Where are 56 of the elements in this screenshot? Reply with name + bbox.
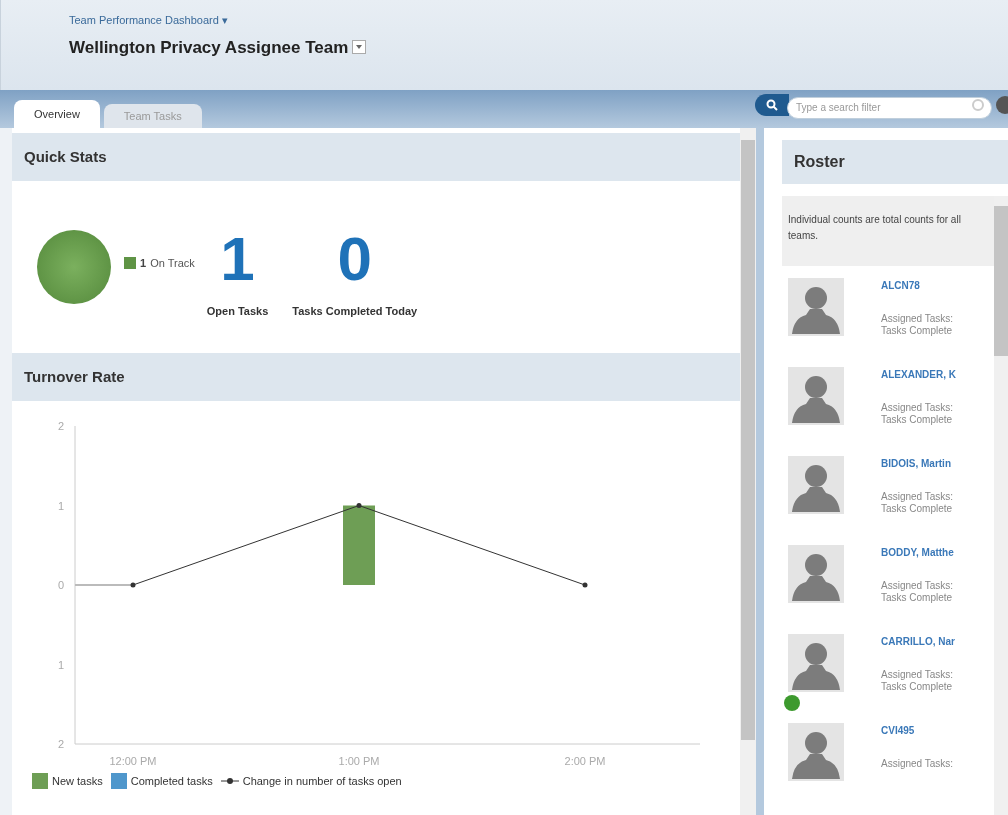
member-stat-text: Assigned Tasks:	[881, 313, 954, 325]
stat-number: 1	[220, 225, 255, 293]
member-name-link[interactable]: ALEXANDER, K	[881, 367, 956, 382]
member-stat-text: Tasks Complete	[881, 414, 954, 426]
team-dropdown-button[interactable]	[352, 40, 367, 55]
y-tick-label: 0	[57, 579, 64, 591]
legend-swatch	[32, 773, 48, 790]
member-stat-text: Assigned Tasks:	[881, 758, 954, 770]
stat-label: Tasks Completed Today	[292, 304, 418, 319]
line-point	[130, 582, 136, 588]
search-icon	[766, 99, 778, 111]
section-title: Turnover Rate	[24, 366, 125, 387]
member-name-link[interactable]: BODDY, Matthe	[881, 545, 954, 560]
member-stat-text: Assigned Tasks:	[881, 491, 954, 503]
member-stat-text: Tasks Complete	[881, 681, 954, 693]
member-name-link[interactable]: CARRILLO, Nar	[881, 634, 955, 649]
scrollbar-thumb[interactable]	[741, 140, 755, 740]
member-name-link[interactable]: BIDOIS, Martin	[881, 456, 954, 471]
y-tick-label: 1	[57, 658, 64, 671]
stat-number: 0	[337, 225, 372, 293]
member-stat-text: Tasks Complete	[881, 325, 954, 337]
roster-title: Roster	[794, 152, 845, 172]
y-tick-label: 2	[57, 738, 64, 750]
avatar-silhouette-icon	[788, 634, 844, 692]
legend-count: 1	[140, 256, 147, 271]
legend-label: New tasks	[52, 774, 103, 789]
breadcrumb-link[interactable]: Team Performance Dashboard ▾	[69, 12, 1008, 29]
line-point	[582, 582, 588, 588]
scrollbar-thumb[interactable]	[994, 206, 1008, 356]
member-stat-text: Assigned Tasks:	[881, 402, 955, 414]
line-point	[356, 503, 362, 508]
y-tick-label: 1	[57, 499, 64, 512]
member-name-link[interactable]: CVI495	[881, 723, 954, 738]
x-tick-label: 1:00 PM	[338, 755, 380, 767]
tab[interactable]: Overview	[14, 100, 100, 128]
member-stat-text: Tasks Complete	[881, 503, 954, 515]
x-tick-label: 12:00 PM	[109, 755, 157, 767]
member-stat-text: Tasks Complete	[881, 592, 954, 604]
member-stat-text: Assigned Tasks:	[881, 580, 954, 592]
x-tick-label: 2:00 PM	[564, 755, 606, 767]
legend-swatch	[110, 773, 127, 790]
legend-label: Completed tasks	[130, 774, 213, 789]
member-stat-text: Assigned Tasks:	[881, 669, 955, 681]
search-field[interactable]: Type a search filter	[787, 96, 992, 119]
team-title: Wellington Privacy Assignee Team	[69, 36, 349, 59]
caret-icon	[356, 45, 363, 50]
member-name-link[interactable]: ALCN78	[881, 278, 954, 293]
y-tick-label: 2	[57, 420, 64, 432]
search-button[interactable]	[755, 94, 789, 116]
section-title: Quick Stats	[24, 146, 107, 167]
legend-label: On Track	[150, 256, 195, 271]
reference-line	[74, 584, 134, 586]
stat-label: Open Tasks	[206, 304, 269, 319]
legend-label: Change in number of tasks open	[242, 774, 402, 789]
note-text: Individual counts are total counts for all teams.	[788, 213, 962, 243]
legend-line-icon	[220, 777, 239, 786]
